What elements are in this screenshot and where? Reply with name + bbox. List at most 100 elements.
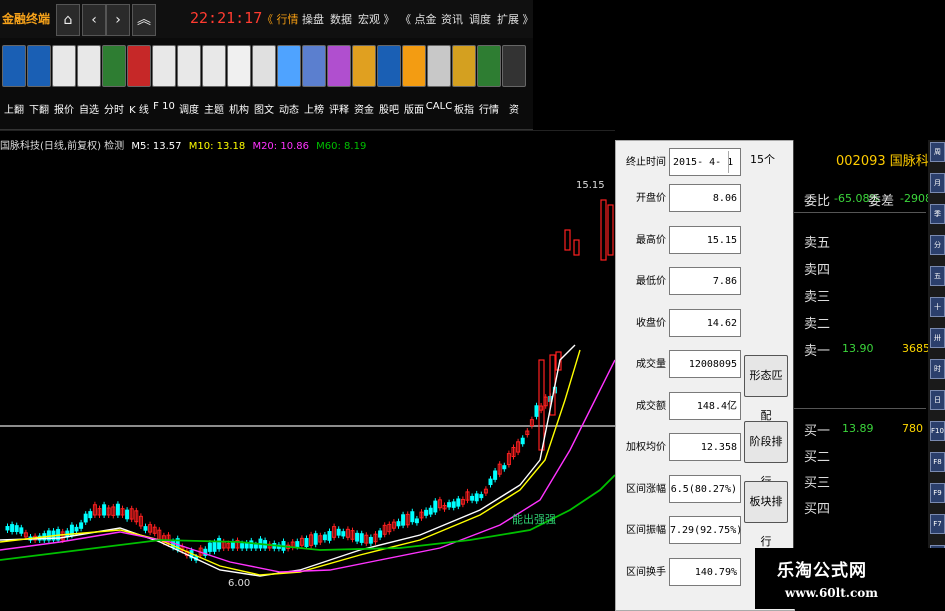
buy-level-label: 买一 xyxy=(804,424,831,439)
collapse-button[interactable]: ︽ xyxy=(132,4,156,36)
period-icon[interactable]: F9 xyxy=(930,483,945,503)
period-icon[interactable]: 时 xyxy=(930,359,945,379)
menu-hongguan[interactable]: 宏观 》 xyxy=(358,11,395,27)
picture-icon xyxy=(252,45,276,87)
sell-level-price: 13.90 xyxy=(842,342,874,355)
field-value[interactable]: 7.29(92.75%) xyxy=(669,516,742,544)
tool-16[interactable]: 版面 xyxy=(402,45,426,116)
tool-14[interactable]: 资金 xyxy=(352,45,376,116)
menu-zixun[interactable]: 资讯 xyxy=(441,11,463,27)
watermark-title: 乐淘公式网 xyxy=(777,561,867,581)
tool-0[interactable]: 上翻 xyxy=(2,45,26,116)
candle-body xyxy=(573,239,580,256)
sector-rank-button[interactable]: 板块排行 xyxy=(744,481,788,548)
tool-2[interactable]: 报价 xyxy=(52,45,76,116)
kline-chart[interactable]: 15.15 6.00 能出强强 xyxy=(0,130,615,609)
field-value[interactable]: 8.06 xyxy=(669,184,741,212)
tool-17[interactable]: CALC xyxy=(426,45,452,112)
menu-dianjin[interactable]: 《 点金 xyxy=(400,11,437,27)
monitor-icon xyxy=(477,45,501,87)
tool-1[interactable]: 下翻 xyxy=(27,45,51,116)
candle-body xyxy=(534,405,539,417)
tool-5[interactable]: K 线 xyxy=(127,45,151,116)
field-value[interactable]: 14.62 xyxy=(669,308,741,337)
candle-body xyxy=(428,507,433,515)
home-button[interactable]: ⌂ xyxy=(56,4,80,36)
home-icon: ⌂ xyxy=(63,12,73,28)
period-icon[interactable]: F10 xyxy=(930,421,945,441)
candle-body xyxy=(456,498,461,507)
chevron-right-icon: › xyxy=(115,12,121,28)
tool-11[interactable]: 动态 xyxy=(277,45,301,116)
candle-body xyxy=(355,532,360,542)
stage-rank-button[interactable]: 阶段排行 xyxy=(744,421,788,488)
candle-body xyxy=(488,478,493,486)
house-icon xyxy=(202,45,226,87)
menu-shuju[interactable]: 数据 xyxy=(330,11,352,27)
period-icon[interactable]: 日 xyxy=(930,390,945,410)
field-label: 加权均价 xyxy=(626,442,666,453)
field-value[interactable]: 12008095 xyxy=(669,350,741,378)
period-icon[interactable]: F7 xyxy=(930,514,945,534)
field-value[interactable]: 140.79% xyxy=(669,557,741,586)
menu-hangqing[interactable]: 《 行情 xyxy=(262,11,299,27)
tool-15[interactable]: 股吧 xyxy=(377,45,401,116)
field-value[interactable]: 148.4亿 xyxy=(669,391,741,420)
double-chevron-up-icon: ︽ xyxy=(137,12,151,28)
candle-body xyxy=(474,493,479,502)
candle-body xyxy=(493,470,498,480)
toolbar: 金融终端 ⌂ ‹ › ︽ 22:21:17 《 行情 操盘 数据 宏观 》 《 … xyxy=(0,0,534,130)
field-value[interactable]: 15.15 xyxy=(669,225,741,254)
high-price-label: 15.15 xyxy=(576,180,605,191)
period-icon[interactable]: 五 xyxy=(930,266,945,286)
menu-kuozhan[interactable]: 扩展 》 xyxy=(497,11,534,27)
candle-body xyxy=(447,502,452,508)
period-icon[interactable]: 十 xyxy=(930,297,945,317)
tool-8[interactable]: 主题 xyxy=(202,45,226,116)
tool-7[interactable]: 调度 xyxy=(177,45,201,116)
field-row: 区间换手 140.79% xyxy=(616,555,746,589)
period-icon[interactable]: F8 xyxy=(930,452,945,472)
field-label: 区间振幅 xyxy=(626,525,666,536)
candle-body xyxy=(295,541,300,547)
tool-9[interactable]: 机构 xyxy=(227,45,251,116)
candle-body xyxy=(313,533,318,545)
tool-20[interactable]: 资 xyxy=(502,45,526,116)
candle-body xyxy=(19,527,24,534)
tool-label: 资 xyxy=(509,105,519,116)
period-icon[interactable]: 卅 xyxy=(930,328,945,348)
period-icon[interactable]: 月 xyxy=(930,173,945,193)
back-button[interactable]: ‹ xyxy=(82,4,106,36)
candle-body xyxy=(322,534,327,541)
period-icon[interactable]: 季 xyxy=(930,204,945,224)
field-value[interactable]: 12.358 xyxy=(669,433,741,461)
tool-3[interactable]: 自选 xyxy=(77,45,101,116)
tool-19[interactable]: 行情 xyxy=(477,45,501,116)
tool-18[interactable]: 板指 xyxy=(452,45,476,116)
field-row: 区间涨幅 6.5(80.27%) xyxy=(616,472,746,506)
candle-body xyxy=(479,494,484,499)
candle-body xyxy=(5,526,10,531)
tool-12[interactable]: 上榜 xyxy=(302,45,326,116)
tool-4[interactable]: 分时 xyxy=(102,45,126,116)
candle-body xyxy=(74,526,79,532)
candle-body xyxy=(502,465,507,470)
tool-13[interactable]: 评释 xyxy=(327,45,351,116)
pattern-match-button[interactable]: 形态匹配 xyxy=(744,355,788,422)
coins-icon xyxy=(352,45,376,87)
bars2-icon xyxy=(327,45,351,87)
field-value[interactable]: 7.86 xyxy=(669,267,741,295)
person-icon xyxy=(377,45,401,87)
tool-6[interactable]: F 10 xyxy=(152,45,176,112)
tool-10[interactable]: 图文 xyxy=(252,45,276,116)
field-value[interactable]: 6.5(80.27%) xyxy=(669,474,741,503)
menu-tiaodu[interactable]: 调度 xyxy=(469,11,491,27)
candle-body xyxy=(125,509,130,520)
period-icon[interactable]: 分 xyxy=(930,235,945,255)
candle-body xyxy=(470,495,475,501)
menu-caopan[interactable]: 操盘 xyxy=(302,11,324,27)
period-icon[interactable]: 周 xyxy=(930,142,945,162)
date-spinner-icon[interactable] xyxy=(728,151,739,173)
candle-body xyxy=(212,541,217,552)
forward-button[interactable]: › xyxy=(106,4,130,36)
